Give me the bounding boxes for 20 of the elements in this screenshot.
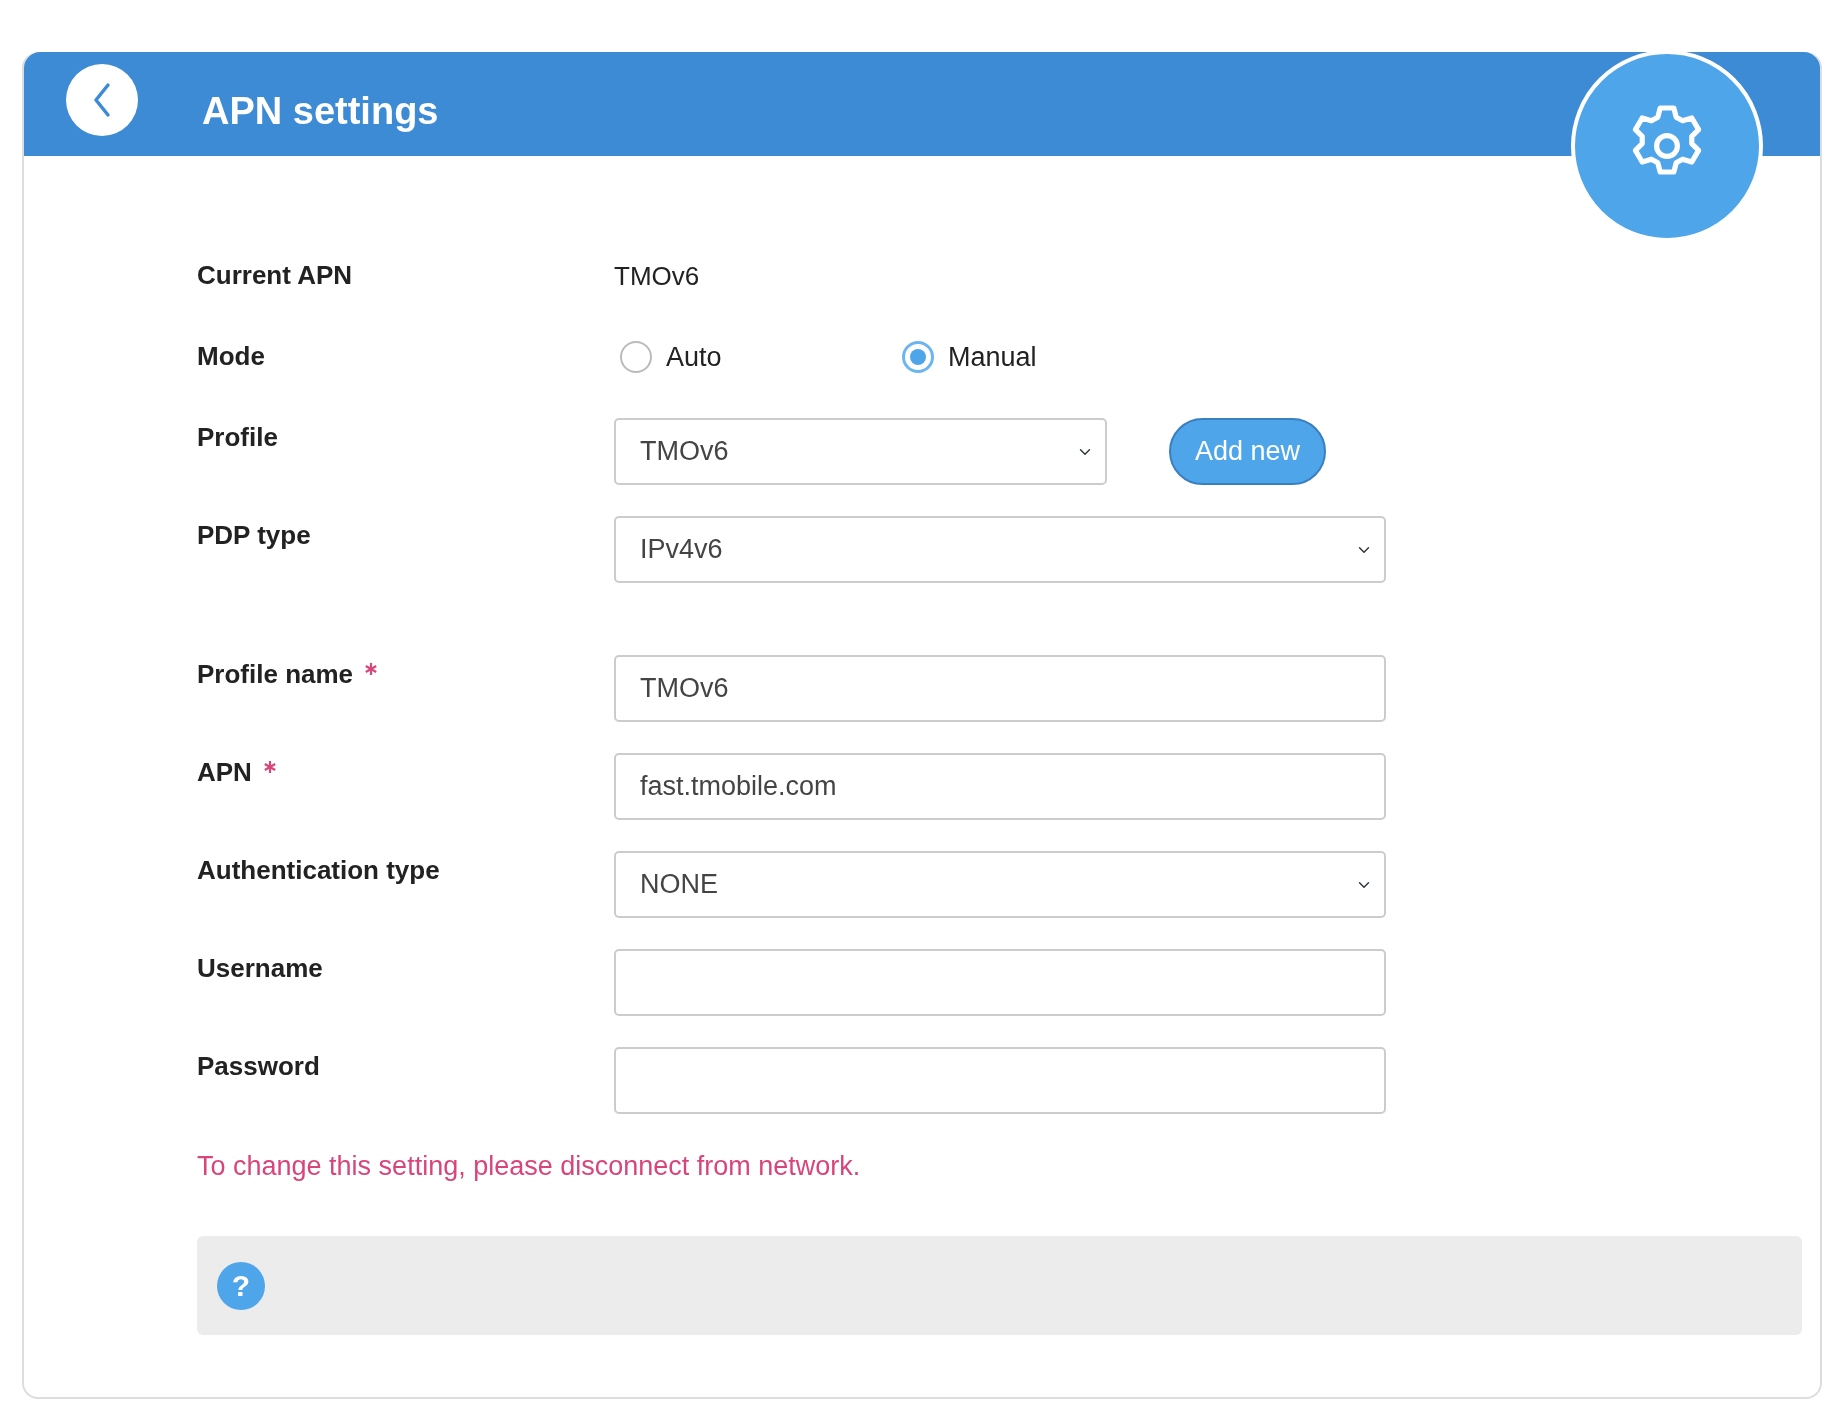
input-field[interactable] <box>614 1047 1386 1114</box>
input-field[interactable] <box>614 949 1386 1016</box>
radio-option[interactable]: Auto <box>620 337 896 377</box>
field-label: Current APN <box>197 260 353 290</box>
warning-message: To change this setting, please disconnect from network. <box>197 1150 862 1183</box>
field-label: Username <box>197 952 324 985</box>
chevron-left-icon <box>92 82 112 118</box>
field-label: Password <box>197 1050 321 1083</box>
field-label: Authentication type <box>197 854 441 887</box>
input-field[interactable]: fast.tmobile.com <box>614 753 1386 820</box>
input-field[interactable]: TMOv6 <box>614 655 1386 722</box>
field-label: PDP type <box>197 519 312 552</box>
field-label: Mode <box>197 341 265 371</box>
page-title: APN settings <box>202 88 439 134</box>
dropdown[interactable]: TMOv6 <box>614 418 1107 485</box>
dropdown[interactable]: IPv4v6 <box>614 516 1386 583</box>
radio-option[interactable]: Manual <box>902 337 1178 377</box>
current-apn-value: TMOv6 <box>614 260 700 293</box>
dropdown[interactable]: NONE <box>614 851 1386 918</box>
field-label: Profile <box>197 421 279 454</box>
